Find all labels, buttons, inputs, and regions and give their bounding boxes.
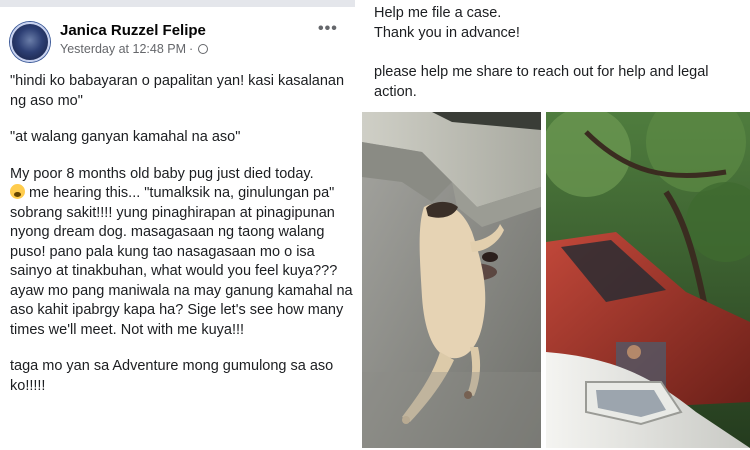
continued-line-2: Thank you in advance! <box>374 24 520 41</box>
dog-on-road-photo[interactable] <box>362 112 541 448</box>
post-paragraph-3: My poor 8 months old baby pug just died … <box>10 165 353 341</box>
car-photo-graphic <box>546 112 750 448</box>
post-continued-text: Help me file a case. Thank you in advanc… <box>374 4 744 102</box>
more-options-icon[interactable]: ••• <box>318 20 338 38</box>
post-paragraph-3-end: me hearing this... "tumalksik na, ginulu… <box>10 185 353 338</box>
post-top-divider <box>0 0 355 7</box>
globe-icon[interactable] <box>198 44 209 54</box>
dog-photo-graphic <box>362 112 541 448</box>
author-avatar[interactable] <box>10 22 50 62</box>
post-paragraph-4: taga mo yan sa Adventure mong gumulong s… <box>10 358 334 394</box>
post-paragraph-1: "hindi ko babayaran o papalitan yan! kas… <box>10 73 345 109</box>
post-body: "hindi ko babayaran o papalitan yan! kas… <box>10 72 353 413</box>
continued-line-3: please help me share to reach out for he… <box>374 64 709 100</box>
post-paragraph-3-start: My poor 8 months old baby pug just died … <box>10 165 314 182</box>
author-name[interactable]: Janica Ruzzel Felipe <box>60 22 206 39</box>
facebook-post-left: Janica Ruzzel Felipe Yesterday at 12:48 … <box>0 0 355 450</box>
post-timestamp[interactable]: Yesterday at 12:48 PM <box>60 42 186 56</box>
car-side-mirror-photo[interactable] <box>546 112 750 448</box>
crying-face-emoji-icon <box>10 184 25 199</box>
post-meta: Yesterday at 12:48 PM · <box>60 42 209 56</box>
meta-separator: · <box>189 42 194 56</box>
post-paragraph-2: "at walang ganyan kamahal na aso" <box>10 129 241 145</box>
continued-line-1: Help me file a case. <box>374 5 502 21</box>
